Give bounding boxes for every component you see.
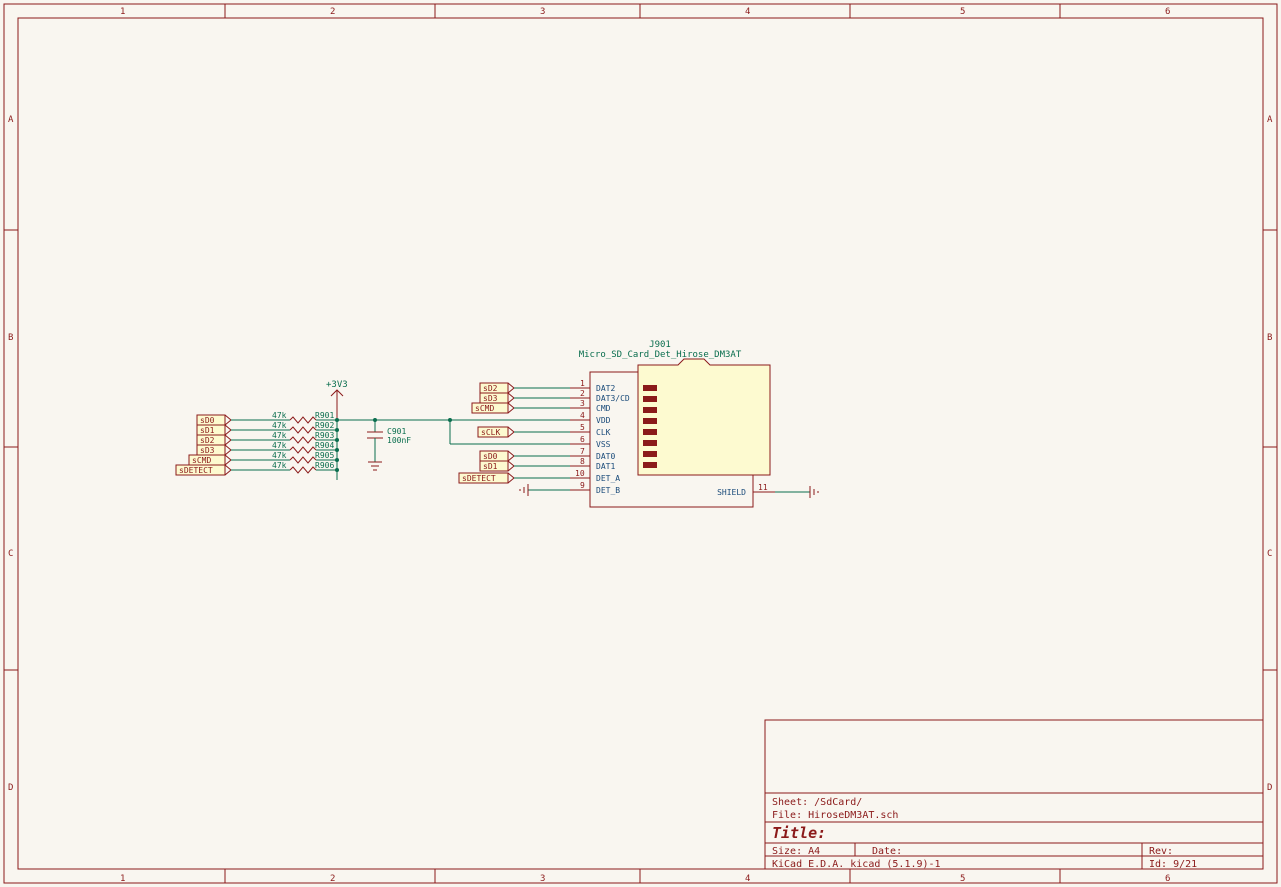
svg-text:sD3: sD3 [483,394,498,403]
schematic-canvas: 1 2 3 4 5 6 1 2 3 4 5 6 A B C D A B C D … [0,0,1281,887]
svg-text:8: 8 [580,457,585,466]
frame-rows-right: A B C D [1263,115,1277,793]
svg-text:DAT3/CD: DAT3/CD [596,394,630,403]
svg-text:DAT2: DAT2 [596,384,615,393]
svg-text:KiCad E.D.A. kicad (5.1.9)-1: KiCad E.D.A. kicad (5.1.9)-1 [772,859,941,870]
connector-j901: J901 Micro_SD_Card_Det_Hirose_DM3AT 1 DAT… [448,340,818,507]
svg-text:B: B [1267,333,1272,343]
svg-text:R906: R906 [315,461,334,470]
svg-text:Id: 9/21: Id: 9/21 [1149,859,1197,870]
svg-text:Title:: Title: [772,824,826,842]
frame-cols-bottom: 1 2 3 4 5 6 [120,869,1170,884]
svg-text:SHIELD: SHIELD [717,488,746,497]
title-block: Sheet: /SdCard/ File: HiroseDM3AT.sch Ti… [765,720,1263,870]
svg-text:B: B [8,333,13,343]
svg-text:C901: C901 [387,427,406,436]
svg-text:3: 3 [580,399,585,408]
svg-text:C: C [1267,549,1272,559]
pin-row-0: 1 DAT2 sD2 [480,379,615,393]
svg-text:VDD: VDD [596,416,611,425]
svg-text:DET_B: DET_B [596,486,620,495]
svg-text:4: 4 [745,874,750,884]
svg-text:9: 9 [580,481,585,490]
svg-text:6: 6 [1165,7,1170,17]
svg-text:6: 6 [1165,874,1170,884]
svg-text:4: 4 [580,411,585,420]
pullup-cluster: +3V3 sD0 47k R901 sD1 47k R902 sD2 [176,380,590,480]
svg-text:R902: R902 [315,421,334,430]
svg-text:sD1: sD1 [200,426,215,435]
svg-text:sD0: sD0 [483,452,498,461]
svg-text:sDETECT: sDETECT [179,466,213,475]
svg-text:sCLK: sCLK [481,428,500,437]
pin-row-6: 7 DAT0 sD0 [480,447,615,461]
svg-text:6: 6 [580,435,585,444]
svg-text:sD2: sD2 [483,384,498,393]
svg-text:VSS: VSS [596,440,611,449]
svg-text:sDETECT: sDETECT [462,474,496,483]
svg-text:sCMD: sCMD [475,404,494,413]
pin-row-4: 5 CLK sCLK [478,423,611,437]
svg-text:D: D [8,783,13,793]
svg-text:2: 2 [580,389,585,398]
svg-text:sD1: sD1 [483,462,498,471]
svg-text:sD2: sD2 [200,436,215,445]
svg-text:2: 2 [330,7,335,17]
svg-text:5: 5 [960,7,965,17]
svg-text:J901: J901 [649,340,671,350]
power-label: +3V3 [326,380,348,390]
svg-text:Micro_SD_Card_Det_Hirose_DM3AT: Micro_SD_Card_Det_Hirose_DM3AT [579,350,742,360]
frame-cols-top: 1 2 3 4 5 6 [120,4,1170,18]
svg-text:4: 4 [745,7,750,17]
svg-text:47k: 47k [272,441,287,450]
capacitor: C901 100nF [367,420,411,470]
svg-text:R905: R905 [315,451,334,460]
svg-text:100nF: 100nF [387,436,411,445]
svg-text:C: C [8,549,13,559]
svg-text:File: HiroseDM3AT.sch: File: HiroseDM3AT.sch [772,810,898,821]
svg-text:R904: R904 [315,441,334,450]
svg-text:sD0: sD0 [200,416,215,425]
svg-text:Date:: Date: [872,846,902,857]
svg-text:47k: 47k [272,431,287,440]
svg-text:sCMD: sCMD [192,456,211,465]
pin-shield: SHIELD 11 [717,483,818,498]
svg-text:DAT1: DAT1 [596,462,615,471]
svg-text:1: 1 [120,874,125,884]
svg-text:3: 3 [540,7,545,17]
svg-text:CLK: CLK [596,428,611,437]
svg-text:11: 11 [758,483,768,492]
svg-text:DAT0: DAT0 [596,452,615,461]
svg-text:DET_A: DET_A [596,474,620,483]
svg-text:Sheet: /SdCard/: Sheet: /SdCard/ [772,797,862,808]
svg-text:A: A [8,115,14,125]
svg-text:5: 5 [960,874,965,884]
svg-text:sD3: sD3 [200,446,215,455]
svg-text:47k: 47k [272,451,287,460]
svg-text:Rev:: Rev: [1149,846,1173,857]
pin-row-9: 9 DET_B [520,481,620,496]
svg-text:D: D [1267,783,1272,793]
svg-text:2: 2 [330,874,335,884]
svg-text:47k: 47k [272,411,287,420]
svg-text:R903: R903 [315,431,334,440]
svg-text:5: 5 [580,423,585,432]
svg-text:1: 1 [120,7,125,17]
svg-text:47k: 47k [272,421,287,430]
svg-text:10: 10 [575,469,585,478]
svg-text:3: 3 [540,874,545,884]
svg-text:A: A [1267,115,1273,125]
svg-text:47k: 47k [272,461,287,470]
svg-text:CMD: CMD [596,404,611,413]
svg-text:1: 1 [580,379,585,388]
svg-text:7: 7 [580,447,585,456]
frame-rows-left: A B C D [4,115,18,793]
svg-text:Size: A4: Size: A4 [772,846,820,857]
pin-row-5: 6 VSS [448,418,611,449]
svg-text:R901: R901 [315,411,334,420]
